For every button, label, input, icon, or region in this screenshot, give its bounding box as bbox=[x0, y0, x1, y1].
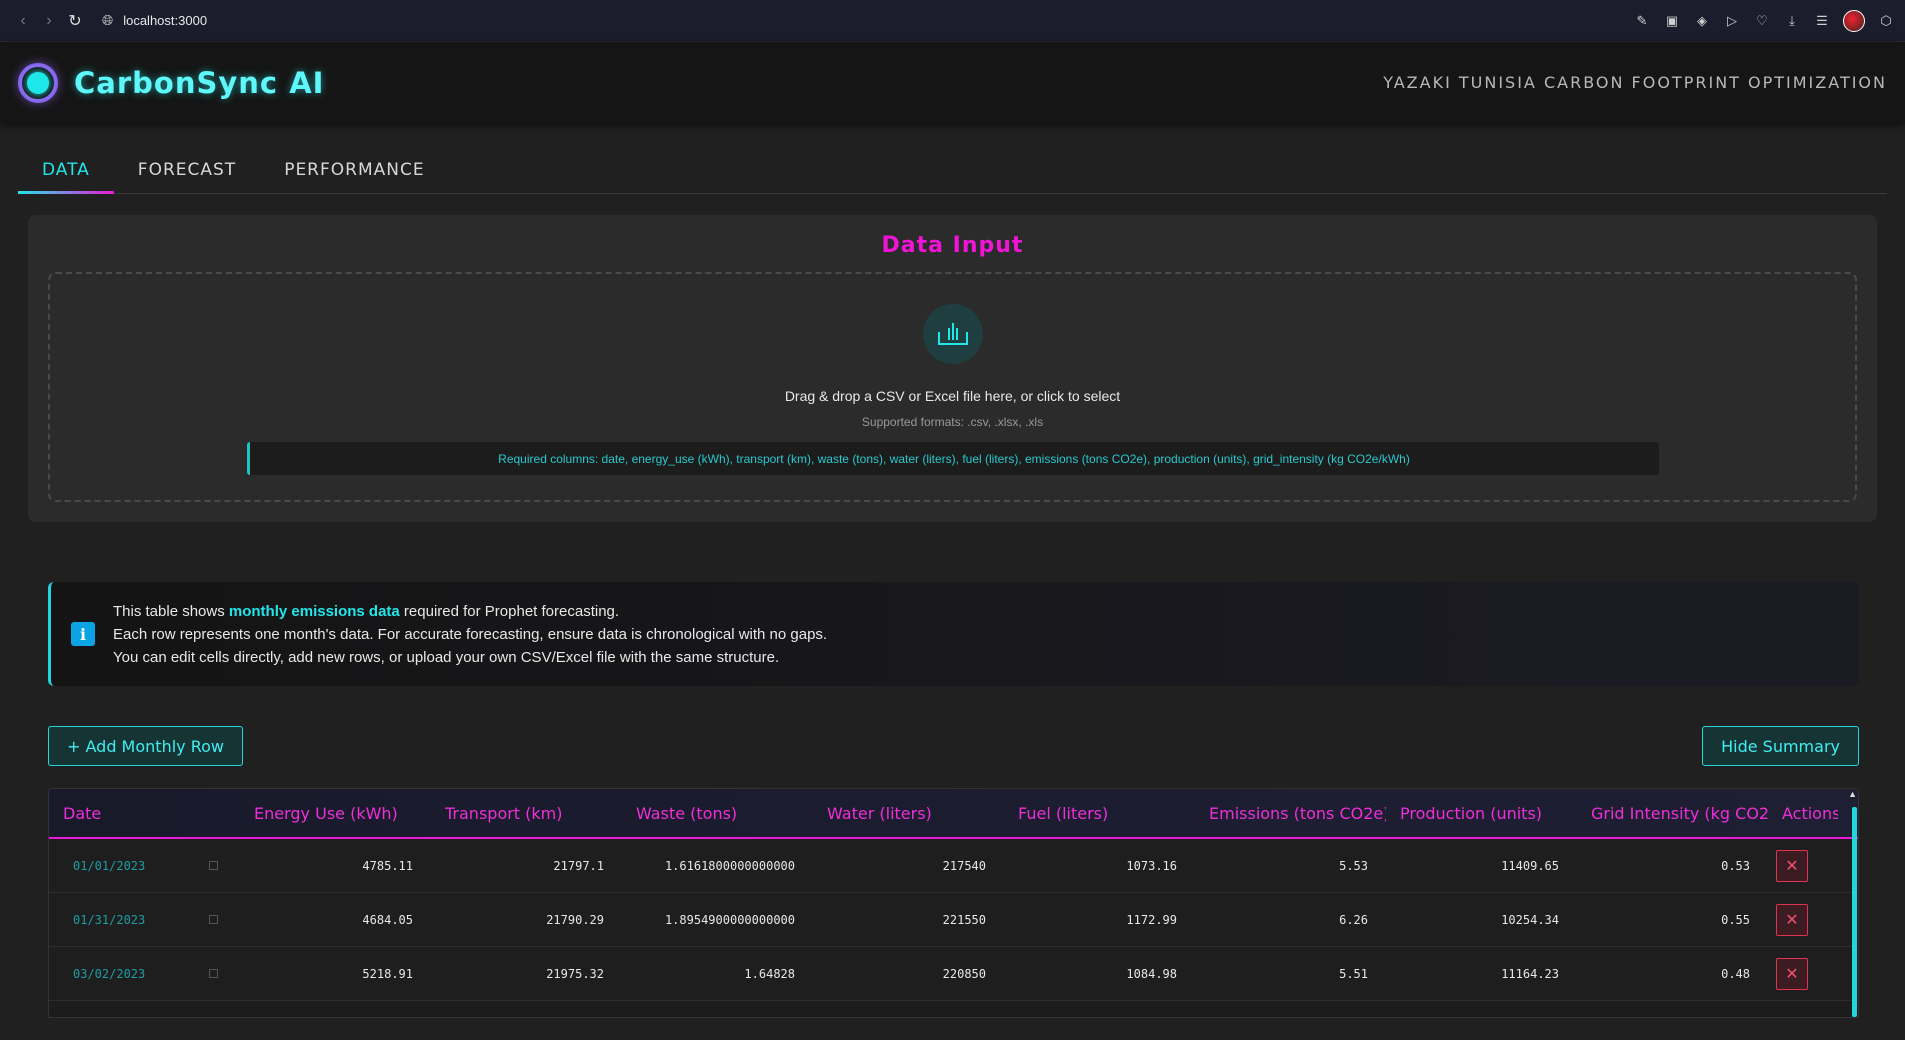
cell-fuel[interactable]: 1073.16 bbox=[1004, 859, 1195, 873]
app-header: CarbonSync AI YAZAKI TUNISIA CARBON FOOT… bbox=[0, 42, 1905, 123]
col-water[interactable]: Water (liters) bbox=[813, 804, 1004, 823]
tab-data[interactable]: DATA bbox=[18, 147, 114, 194]
cell-fuel[interactable]: 1084.98 bbox=[1004, 967, 1195, 981]
cell-transport[interactable]: 21790.29 bbox=[431, 913, 622, 927]
table-row: 01/31/2023 4684.05 21790.29 1.8954900000000… bbox=[49, 893, 1858, 947]
required-columns: Required columns: date, energy_use (kWh)… bbox=[246, 442, 1659, 475]
avatar[interactable] bbox=[1843, 9, 1865, 32]
hide-summary-button[interactable]: Hide Summary bbox=[1702, 726, 1859, 766]
scroll-up-icon[interactable]: ▲ bbox=[1848, 789, 1857, 799]
tab-forecast[interactable]: FORECAST bbox=[114, 147, 260, 193]
cell-emissions[interactable]: 5.51 bbox=[1195, 967, 1386, 981]
table-header: Date Energy Use (kWh) Transport (km) Was… bbox=[49, 789, 1858, 839]
col-transport[interactable]: Transport (km) bbox=[431, 804, 622, 823]
table-row: 03/02/2023 5218.91 21975.32 1.64828 220850 10… bbox=[49, 947, 1858, 1001]
supported-formats: Supported formats: .csv, .xlsx, .xls bbox=[861, 415, 1044, 429]
info-line-2: Each row represents one month's data. Fo… bbox=[113, 625, 828, 643]
info-line-1: This table shows monthly emissions data … bbox=[113, 602, 620, 620]
add-monthly-row-button[interactable]: + Add Monthly Row bbox=[48, 726, 243, 766]
cell-grid-intensity[interactable]: 0.53 bbox=[1577, 859, 1768, 873]
upload-icon bbox=[922, 304, 983, 364]
calendar-icon[interactable] bbox=[209, 861, 218, 870]
calendar-icon[interactable] bbox=[209, 915, 218, 924]
cell-energy[interactable]: 4684.05 bbox=[240, 913, 431, 927]
cell-grid-intensity[interactable]: 0.48 bbox=[1577, 967, 1768, 981]
cell-date[interactable]: 01/31/2023 bbox=[49, 913, 240, 927]
data-input-panel: Data Input Drag & drop a CSV or Excel fi… bbox=[28, 215, 1877, 522]
delete-row-button[interactable]: ✕ bbox=[1776, 849, 1808, 882]
dropzone-text: Drag & drop a CSV or Excel file here, or… bbox=[784, 388, 1121, 404]
cell-actions: ✕ bbox=[1768, 957, 1838, 990]
heart-icon[interactable]: ♡ bbox=[1753, 12, 1771, 30]
col-production[interactable]: Production (units) bbox=[1386, 804, 1577, 823]
table-scrollbar[interactable]: ▲ bbox=[1848, 789, 1858, 1017]
download-icon[interactable]: ⤓ bbox=[1783, 12, 1801, 30]
camera-icon[interactable]: ▣ bbox=[1663, 12, 1681, 30]
col-emissions[interactable]: Emissions (tons CO2e) bbox=[1195, 804, 1386, 823]
col-actions: Actions bbox=[1782, 803, 1838, 823]
cell-waste[interactable]: 1.6161800000000000 bbox=[622, 859, 813, 873]
col-date[interactable]: Date bbox=[49, 804, 240, 823]
cell-actions: ✕ bbox=[1768, 903, 1838, 936]
cell-emissions[interactable]: 5.53 bbox=[1195, 859, 1386, 873]
col-waste[interactable]: Waste (tons) bbox=[622, 804, 813, 823]
cell-production[interactable]: 11164.23 bbox=[1386, 967, 1577, 981]
shield-icon[interactable]: ◈ bbox=[1693, 12, 1711, 30]
cell-production[interactable]: 10254.34 bbox=[1386, 913, 1577, 927]
cell-date[interactable]: 03/02/2023 bbox=[49, 967, 240, 981]
main-tabs: DATA FORECAST PERFORMANCE bbox=[18, 147, 1887, 194]
send-icon[interactable]: ▷ bbox=[1723, 12, 1741, 30]
cell-water[interactable]: 221550 bbox=[813, 913, 1004, 927]
cell-energy[interactable]: 5218.91 bbox=[240, 967, 431, 981]
cell-fuel[interactable]: 1172.99 bbox=[1004, 913, 1195, 927]
address-bar[interactable]: 🌐︎ localhost:3000 bbox=[102, 12, 207, 29]
cell-production[interactable]: 11409.65 bbox=[1386, 859, 1577, 873]
extension-icon[interactable]: ⬡ bbox=[1877, 12, 1895, 30]
table-row: 01/01/2023 4785.11 21797.1 1.61618000000000… bbox=[49, 839, 1858, 893]
file-dropzone[interactable]: Drag & drop a CSV or Excel file here, or… bbox=[48, 272, 1857, 502]
logo-icon bbox=[18, 62, 58, 103]
cell-water[interactable]: 220850 bbox=[813, 967, 1004, 981]
forward-icon[interactable]: › bbox=[36, 8, 62, 34]
scrollbar-thumb[interactable] bbox=[1852, 807, 1857, 1017]
col-energy[interactable]: Energy Use (kWh) bbox=[240, 804, 431, 823]
panel-title: Data Input bbox=[881, 233, 1024, 258]
cell-actions: ✕ bbox=[1768, 849, 1838, 882]
cell-date[interactable]: 01/01/2023 bbox=[49, 859, 240, 873]
col-fuel[interactable]: Fuel (liters) bbox=[1004, 804, 1195, 823]
globe-icon: 🌐︎ bbox=[102, 12, 114, 28]
cell-grid-intensity[interactable]: 0.55 bbox=[1577, 913, 1768, 927]
browser-toolbar: ‹ › ↻ 🌐︎ localhost:3000 ✎ ▣ ◈ ▷ ♡ ⤓ ☰ ⬡ bbox=[0, 0, 1905, 42]
info-box: i This table shows monthly emissions dat… bbox=[48, 582, 1859, 686]
cell-emissions[interactable]: 6.26 bbox=[1195, 913, 1386, 927]
tab-performance[interactable]: PERFORMANCE bbox=[260, 147, 448, 193]
delete-row-button[interactable]: ✕ bbox=[1776, 903, 1808, 936]
edit-icon[interactable]: ✎ bbox=[1633, 12, 1651, 30]
col-grid-intensity[interactable]: Grid Intensity (kg CO2e/kWh) bbox=[1577, 804, 1768, 823]
reload-icon[interactable]: ↻ bbox=[62, 8, 88, 34]
delete-row-button[interactable]: ✕ bbox=[1776, 957, 1808, 990]
cell-water[interactable]: 217540 bbox=[813, 859, 1004, 873]
cell-transport[interactable]: 21975.32 bbox=[431, 967, 622, 981]
url-text: localhost:3000 bbox=[123, 13, 208, 28]
info-line-3: You can edit cells directly, add new row… bbox=[113, 648, 780, 666]
brand-title: CarbonSync AI bbox=[74, 65, 325, 100]
header-tagline: YAZAKI TUNISIA CARBON FOOTPRINT OPTIMIZA… bbox=[1383, 73, 1887, 92]
cell-energy[interactable]: 4785.11 bbox=[240, 859, 431, 873]
cell-waste[interactable]: 1.64828 bbox=[622, 967, 813, 981]
cell-waste[interactable]: 1.8954900000000000 bbox=[622, 913, 813, 927]
cell-transport[interactable]: 21797.1 bbox=[431, 859, 622, 873]
calendar-icon[interactable] bbox=[209, 969, 218, 978]
emissions-table: Date Energy Use (kWh) Transport (km) Was… bbox=[48, 788, 1859, 1018]
info-icon: i bbox=[71, 622, 95, 646]
back-icon[interactable]: ‹ bbox=[10, 8, 36, 34]
menu-icon[interactable]: ☰ bbox=[1813, 12, 1831, 30]
